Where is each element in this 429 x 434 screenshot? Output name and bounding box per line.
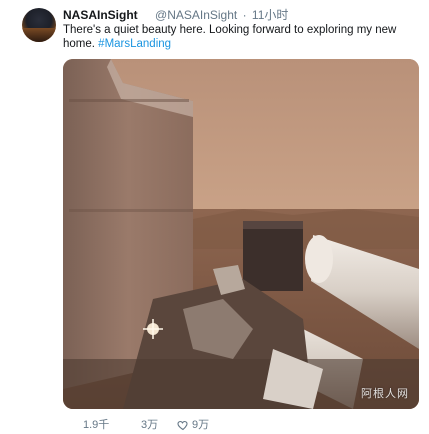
- separator-dot: ·: [242, 8, 247, 22]
- retweet-count: 3万: [141, 419, 159, 431]
- avatar[interactable]: [22, 8, 56, 42]
- tweet-photo[interactable]: 阿根人网: [63, 59, 419, 409]
- like-count: 9万: [192, 419, 210, 431]
- user-handle[interactable]: @NASAInSight: [155, 8, 237, 22]
- retweet-button[interactable]: 3万: [141, 419, 158, 431]
- image-watermark: 阿根人网: [361, 388, 409, 400]
- mars-landscape-image: [63, 59, 419, 409]
- tweet-text: There's a quiet beauty here. Looking for…: [63, 23, 423, 51]
- tweet-header: NASAInSight @NASAInSight · 11小时: [63, 7, 288, 23]
- hashtag-link[interactable]: #MarsLanding: [98, 38, 171, 50]
- reply-count: 1.9千: [83, 419, 110, 431]
- display-name[interactable]: NASAInSight: [63, 8, 138, 22]
- tweet: NASAInSight @NASAInSight · 11小时 There's …: [0, 0, 429, 432]
- heart-icon: [177, 419, 189, 431]
- reply-button[interactable]: 1.9千: [83, 419, 109, 431]
- like-button[interactable]: 9万: [177, 419, 209, 431]
- timestamp[interactable]: 11小时: [252, 8, 288, 22]
